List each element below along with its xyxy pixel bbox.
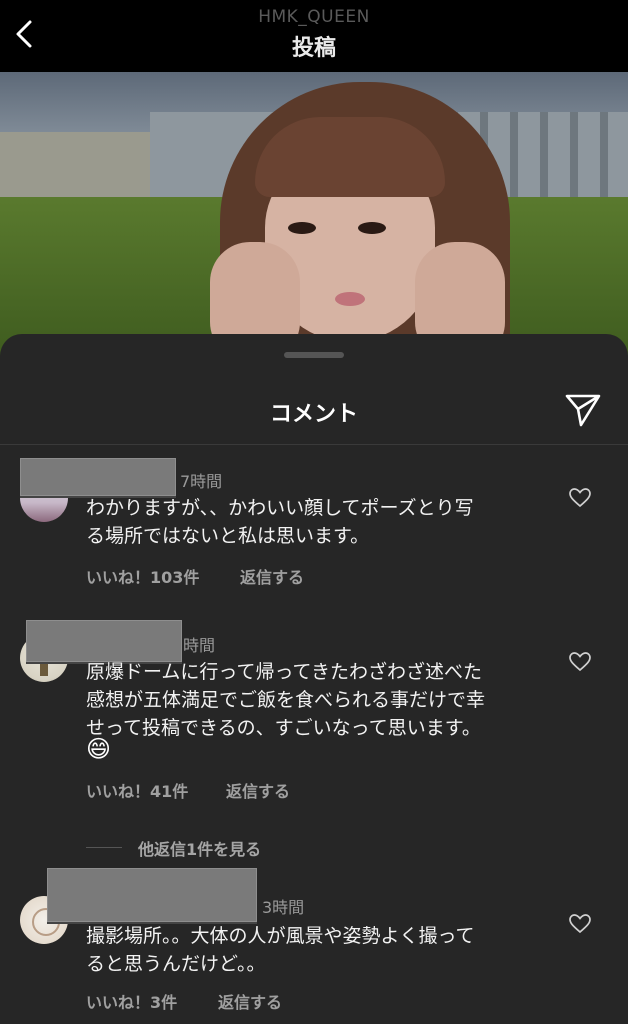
- redacted-username: [47, 868, 257, 922]
- like-heart-icon[interactable]: [569, 914, 591, 934]
- post-photo[interactable]: [0, 72, 628, 362]
- view-replies-line: [86, 847, 122, 848]
- building-left: [0, 132, 160, 202]
- page-title: 投稿: [291, 36, 336, 61]
- post-username: HMK_QUEEN: [258, 7, 370, 27]
- top-bar: HMK_QUEEN 投稿: [0, 0, 628, 72]
- sheet-drag-handle[interactable]: [284, 352, 344, 358]
- like-heart-icon[interactable]: [569, 652, 591, 672]
- like-count[interactable]: いいね！3件: [86, 989, 177, 1013]
- like-count[interactable]: いいね！103件: [86, 564, 199, 588]
- redacted-username: [20, 458, 176, 496]
- paper-plane-icon: [565, 394, 601, 427]
- like-count[interactable]: いいね！41件: [86, 778, 188, 802]
- reply-button[interactable]: 返信する: [218, 989, 282, 1013]
- person-figure: [200, 82, 520, 362]
- comment-time: 7時間: [180, 472, 223, 491]
- reply-button[interactable]: 返信する: [226, 778, 290, 802]
- comment-time: 3時間: [262, 898, 305, 917]
- comment-text: わかりますが、、かわいい顔してポーズとり写 る場所ではないと私は思います。: [86, 497, 474, 547]
- comment-time: 時間: [183, 636, 216, 655]
- view-more-replies-button[interactable]: 他返信1件を見る: [138, 836, 261, 860]
- divider: [0, 444, 628, 445]
- comment-text: 原爆ドームに行って帰ってきたわざわざ述べた 感想が五体満足でご飯を食べられる事だ…: [86, 661, 486, 739]
- comment-text: 撮影場所。。大体の人が風景や姿勢よく撮って ると思うんだけど。。: [86, 925, 475, 975]
- share-button[interactable]: [564, 390, 602, 428]
- like-heart-icon[interactable]: [569, 488, 591, 508]
- sheet-title: コメント: [269, 402, 358, 427]
- comments-sheet: コメント 7時間 わかりますが、、かわいい顔してポーズとり写 る場所ではないと私…: [0, 334, 628, 1024]
- reply-button[interactable]: 返信する: [240, 564, 304, 588]
- grinning-face-emoji: 😄: [86, 735, 112, 763]
- redacted-username: [26, 620, 182, 662]
